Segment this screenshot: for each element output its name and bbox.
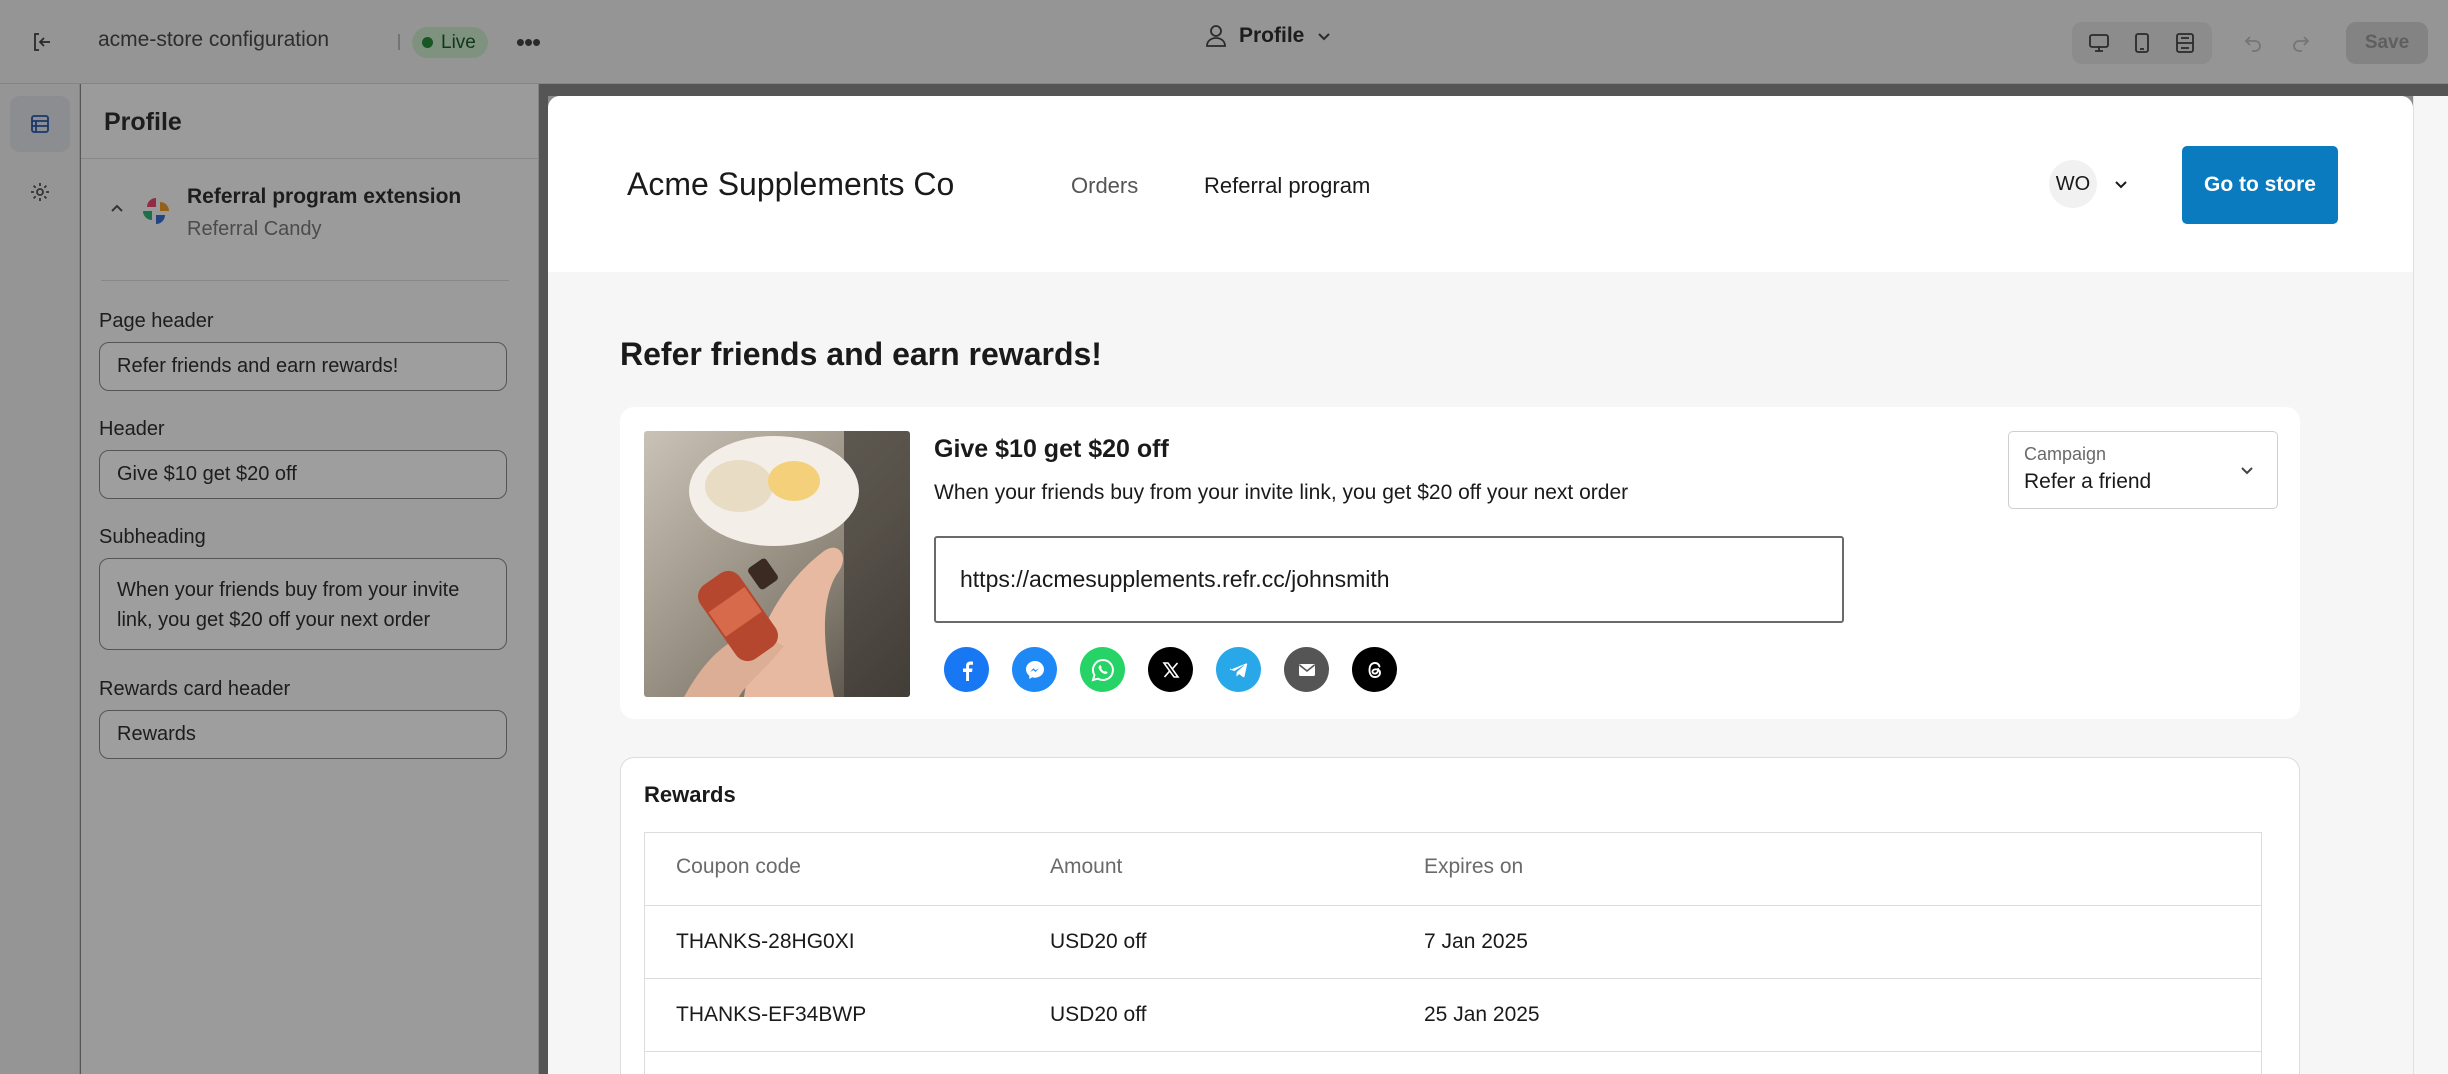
mobile-view-icon[interactable] [2124,27,2160,59]
whatsapp-icon[interactable] [1080,647,1125,692]
status-badge: Live [412,27,488,58]
email-icon[interactable] [1284,647,1329,692]
chevron-down-icon [2241,467,2253,475]
extension-subtitle: Referral Candy [187,218,322,240]
campaign-select[interactable]: Campaign Refer a friend [2008,431,2278,509]
page-header-label: Page header [99,310,214,332]
template-label: Profile [1239,24,1305,47]
facebook-icon[interactable] [944,647,989,692]
chevron-down-icon [1318,33,1331,41]
rewards-card-header-label: Rewards card header [99,678,291,700]
store-header: Acme Supplements Co Orders Referral prog… [548,96,2413,272]
chevron-up-icon[interactable] [109,200,125,216]
header-input[interactable]: Give $10 get $20 off [99,450,507,499]
extension-title: Referral program extension [187,185,462,208]
chevron-down-icon[interactable] [2113,176,2129,192]
messenger-icon[interactable] [1012,647,1057,692]
settings-gear-icon[interactable] [10,164,70,220]
sections-icon[interactable] [10,96,70,152]
fullwidth-view-icon[interactable] [2167,27,2203,59]
settings-sidebar: Profile Referral program extension Refer… [81,84,539,1074]
table-row: THANKS-EF34BWP USD20 off 25 Jan 2025 [645,979,2261,1052]
subheading-label: Subheading [99,526,206,548]
preview-scroll-edge [2413,96,2448,1074]
threads-icon[interactable] [1352,647,1397,692]
page-title: Refer friends and earn rewards! [620,336,1102,372]
rewards-title: Rewards [644,782,736,807]
table-header-row: Coupon code Amount Expires on [645,833,2261,906]
store-brand[interactable]: Acme Supplements Co [627,166,954,203]
more-actions-button[interactable]: ••• [510,27,546,57]
person-icon [1206,25,1226,47]
telegram-icon[interactable] [1216,647,1261,692]
header-label: Header [99,418,165,440]
avatar[interactable]: WO [2049,160,2097,208]
rewards-card: Rewards Coupon code Amount Expires on TH… [620,757,2300,1074]
campaign-value: Refer a friend [2024,470,2152,493]
column-header-expires: Expires on [1424,855,1524,878]
viewport-switcher [2072,22,2212,64]
coupon-expiry: 7 Jan 2025 [1424,930,1528,953]
desktop-view-icon[interactable] [2081,27,2117,59]
go-to-store-button[interactable]: Go to store [2182,146,2338,224]
coupon-expiry: 25 Jan 2025 [1424,1003,1540,1026]
subheading-textarea[interactable]: When your friends buy from your invite l… [99,558,507,650]
status-label: Live [441,31,476,53]
referral-card: Give $10 get $20 off When your friends b… [620,407,2300,719]
rewards-card-header-input[interactable]: Rewards [99,710,507,759]
coupon-amount: USD20 off [1050,930,1147,953]
column-header-amount: Amount [1050,855,1123,878]
page-header-input[interactable]: Refer friends and earn rewards! [99,342,507,391]
extension-block[interactable]: Referral program extension Referral Cand… [109,182,519,241]
table-row: THANKS-28HG0XI USD20 off 7 Jan 2025 [645,906,2261,979]
referral-candy-logo [143,198,169,224]
column-header-coupon: Coupon code [676,855,801,878]
save-button[interactable]: Save [2346,22,2428,64]
sidebar-title: Profile [104,108,182,136]
x-icon[interactable] [1148,647,1193,692]
nav-referral-program[interactable]: Referral program [1204,173,1370,199]
left-rail [0,84,80,1074]
offer-title: Give $10 get $20 off [934,435,1169,463]
share-buttons [944,647,1397,692]
store-preview: Acme Supplements Co Orders Referral prog… [548,96,2413,1074]
undo-icon[interactable] [2236,26,2270,60]
product-photo [644,431,910,697]
table-row [645,1052,2261,1074]
top-bar: acme-store configuration Live ••• Profil… [0,0,2448,84]
divider [101,280,509,281]
coupon-code: THANKS-28HG0XI [676,930,855,953]
offer-subtitle: When your friends buy from your invite l… [934,481,1629,504]
status-dot [422,37,433,48]
nav-orders[interactable]: Orders [1071,173,1138,199]
campaign-label: Campaign [2024,444,2107,464]
store-name: acme-store configuration [98,28,330,51]
divider [81,158,539,159]
editor-dim-overlay [548,84,2448,96]
redo-icon[interactable] [2284,26,2318,60]
rewards-table: Coupon code Amount Expires on THANKS-28H… [644,832,2262,1074]
template-selector[interactable]: Profile [1205,24,1332,48]
referral-link-field[interactable]: https://acmesupplements.refr.cc/johnsmit… [934,536,1844,623]
divider [398,34,400,50]
exit-icon[interactable] [24,24,60,60]
coupon-amount: USD20 off [1050,1003,1147,1026]
coupon-code: THANKS-EF34BWP [676,1003,867,1026]
